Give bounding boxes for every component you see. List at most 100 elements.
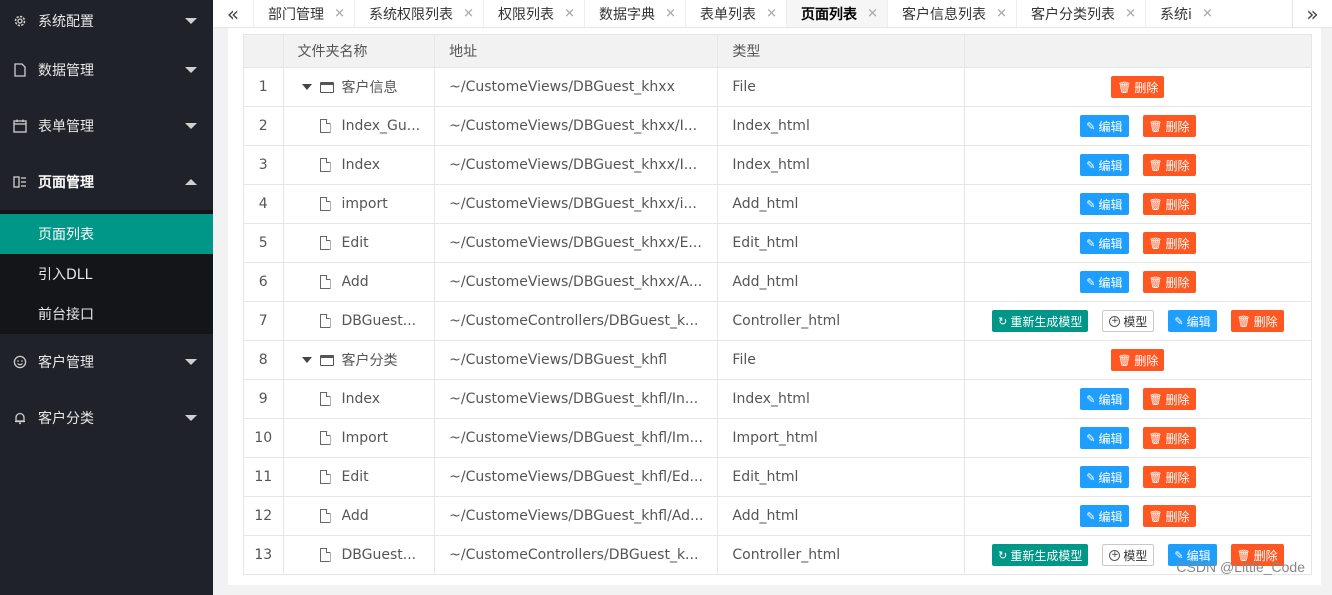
- close-icon[interactable]: ✕: [334, 6, 345, 21]
- delete-button[interactable]: 🗑 删除: [1142, 193, 1196, 215]
- pencil-icon: ✎: [1174, 314, 1184, 328]
- delete-button-label: 删除: [1165, 197, 1190, 212]
- edit-button[interactable]: ✎ 编辑: [1080, 232, 1129, 254]
- edit-button[interactable]: ✎ 编辑: [1080, 427, 1129, 449]
- edit-button[interactable]: ✎ 编辑: [1080, 466, 1129, 488]
- type-cell: Add_html: [717, 262, 965, 302]
- folder-name-text: 客户分类: [341, 353, 398, 369]
- tab-item[interactable]: 系统i ✕: [1145, 0, 1222, 27]
- file-icon: [319, 236, 331, 250]
- trash-icon: 🗑: [1148, 275, 1163, 289]
- delete-button[interactable]: 🗑 删除: [1142, 505, 1196, 527]
- delete-button[interactable]: 🗑 删除: [1142, 427, 1196, 449]
- edit-button[interactable]: ✎ 编辑: [1080, 505, 1129, 527]
- type-cell: Controller_html: [717, 301, 965, 341]
- tab-item[interactable]: 部门管理 ✕: [253, 0, 354, 27]
- subnav-item-frontend-api[interactable]: 前台接口: [0, 294, 213, 334]
- sidebar-item-system-config[interactable]: 系统配置: [0, 0, 213, 42]
- delete-button[interactable]: 🗑 删除: [1142, 115, 1196, 137]
- page-list-table: 文件夹名称 地址 类型 1 客户信息 ~/CustomeViews/DBGuest_…: [243, 34, 1313, 575]
- edit-button[interactable]: ✎ 编辑: [1168, 310, 1217, 332]
- tabs-scroll-right-button[interactable]: »: [1292, 0, 1332, 27]
- sidebar-item-form-manage[interactable]: 表单管理: [0, 98, 213, 154]
- edit-button[interactable]: ✎ 编辑: [1080, 193, 1129, 215]
- watermark: CSDN @Little_Code: [1176, 559, 1305, 575]
- close-icon[interactable]: ✕: [867, 6, 878, 21]
- header-type: 类型: [717, 34, 965, 68]
- document-icon: [12, 62, 28, 78]
- delete-button-label: 删除: [1134, 80, 1159, 95]
- tab-item[interactable]: 表单列表 ✕: [685, 0, 786, 27]
- sidebar-item-page-manage[interactable]: 页面管理: [0, 154, 213, 210]
- subnav-item-import-dll[interactable]: 引入DLL: [0, 254, 213, 294]
- regenerate-model-button[interactable]: ↻ 重新生成模型: [992, 544, 1089, 566]
- folder-name-cell: Edit: [282, 223, 436, 263]
- close-icon[interactable]: ✕: [766, 6, 777, 21]
- delete-button[interactable]: 🗑 删除: [1142, 232, 1196, 254]
- tab-item[interactable]: 客户信息列表 ✕: [887, 0, 1016, 27]
- edit-button-label: 编辑: [1098, 197, 1123, 212]
- close-icon[interactable]: ✕: [996, 6, 1007, 21]
- tabs-scroll-left-button[interactable]: «: [213, 0, 253, 27]
- bell-icon: [12, 410, 28, 426]
- tab-item[interactable]: 权限列表 ✕: [483, 0, 584, 27]
- header-num: [243, 34, 284, 68]
- folder-name-text: Add: [341, 274, 369, 290]
- tree-expand-icon[interactable]: [301, 84, 312, 90]
- address-cell: ~/CustomeControllers/DBGuest_k...: [434, 535, 719, 575]
- subnav-item-page-list[interactable]: 页面列表: [0, 214, 213, 254]
- model-button[interactable]: + 模型: [1102, 310, 1155, 332]
- tab-item[interactable]: 页面列表 ✕: [786, 0, 887, 27]
- edit-button[interactable]: ✎ 编辑: [1080, 271, 1129, 293]
- pencil-icon: ✎: [1086, 275, 1096, 289]
- delete-button[interactable]: 🗑 删除: [1142, 154, 1196, 176]
- page-manage-icon: [12, 174, 28, 190]
- row-number: 8: [243, 340, 284, 380]
- type-cell: Index_html: [717, 379, 965, 419]
- sidebar-item-label: 页面管理: [38, 175, 94, 191]
- regenerate-model-button[interactable]: ↻ 重新生成模型: [992, 310, 1089, 332]
- sidebar-item-customer-manage[interactable]: 客户管理: [0, 334, 213, 390]
- folder-name-text: Edit: [341, 235, 369, 251]
- address-cell: ~/CustomeViews/DBGuest_khfl/Im...: [434, 418, 719, 458]
- type-cell: Index_html: [717, 106, 965, 146]
- address-cell: ~/CustomeViews/DBGuest_khxx/i...: [434, 184, 719, 224]
- edit-button[interactable]: ✎ 编辑: [1080, 115, 1129, 137]
- sidebar-item-data-manage[interactable]: 数据管理: [0, 42, 213, 98]
- close-icon[interactable]: ✕: [564, 6, 575, 21]
- tree-expand-icon[interactable]: [301, 357, 312, 363]
- close-icon[interactable]: ✕: [1202, 6, 1213, 21]
- folder-name-text: import: [341, 196, 388, 212]
- delete-button[interactable]: 🗑 删除: [1142, 466, 1196, 488]
- sidebar-item-label: 数据管理: [38, 63, 94, 79]
- delete-button[interactable]: 🗑 删除: [1142, 388, 1196, 410]
- close-icon[interactable]: ✕: [1125, 6, 1136, 21]
- delete-button[interactable]: 🗑 删除: [1111, 76, 1165, 98]
- row-number: 13: [243, 535, 284, 575]
- folder-name-cell: Add: [282, 496, 436, 536]
- delete-button[interactable]: 🗑 删除: [1230, 310, 1284, 332]
- type-cell: Edit_html: [717, 223, 965, 263]
- edit-button[interactable]: ✎ 编辑: [1080, 388, 1129, 410]
- actions-cell: 🗑 删除: [963, 340, 1313, 380]
- trash-icon: 🗑: [1148, 158, 1163, 172]
- pencil-icon: ✎: [1086, 392, 1096, 406]
- sidebar-item-customer-category[interactable]: 客户分类: [0, 390, 213, 446]
- delete-button[interactable]: 🗑 删除: [1142, 271, 1196, 293]
- tab-label: 客户信息列表: [902, 6, 986, 23]
- delete-button[interactable]: 🗑 删除: [1111, 349, 1165, 371]
- model-button[interactable]: + 模型: [1102, 544, 1155, 566]
- actions-cell: ✎ 编辑 🗑 删除: [963, 223, 1313, 263]
- close-icon[interactable]: ✕: [665, 6, 676, 21]
- folder-name-text: 客户信息: [341, 80, 398, 96]
- tab-item[interactable]: 客户分类列表 ✕: [1016, 0, 1145, 27]
- table-row: 11 Edit ~/CustomeViews/DBGuest_khfl/Ed... E…: [243, 457, 1313, 497]
- trash-icon: 🗑: [1236, 314, 1251, 328]
- folder-name-text: DBGuest...: [341, 313, 417, 329]
- tab-item[interactable]: 系统权限列表 ✕: [354, 0, 483, 27]
- tab-item[interactable]: 数据字典 ✕: [584, 0, 685, 27]
- edit-button-label: 编辑: [1098, 119, 1123, 134]
- edit-button[interactable]: ✎ 编辑: [1080, 154, 1129, 176]
- double-chevron-left-icon: «: [226, 1, 240, 26]
- close-icon[interactable]: ✕: [463, 6, 474, 21]
